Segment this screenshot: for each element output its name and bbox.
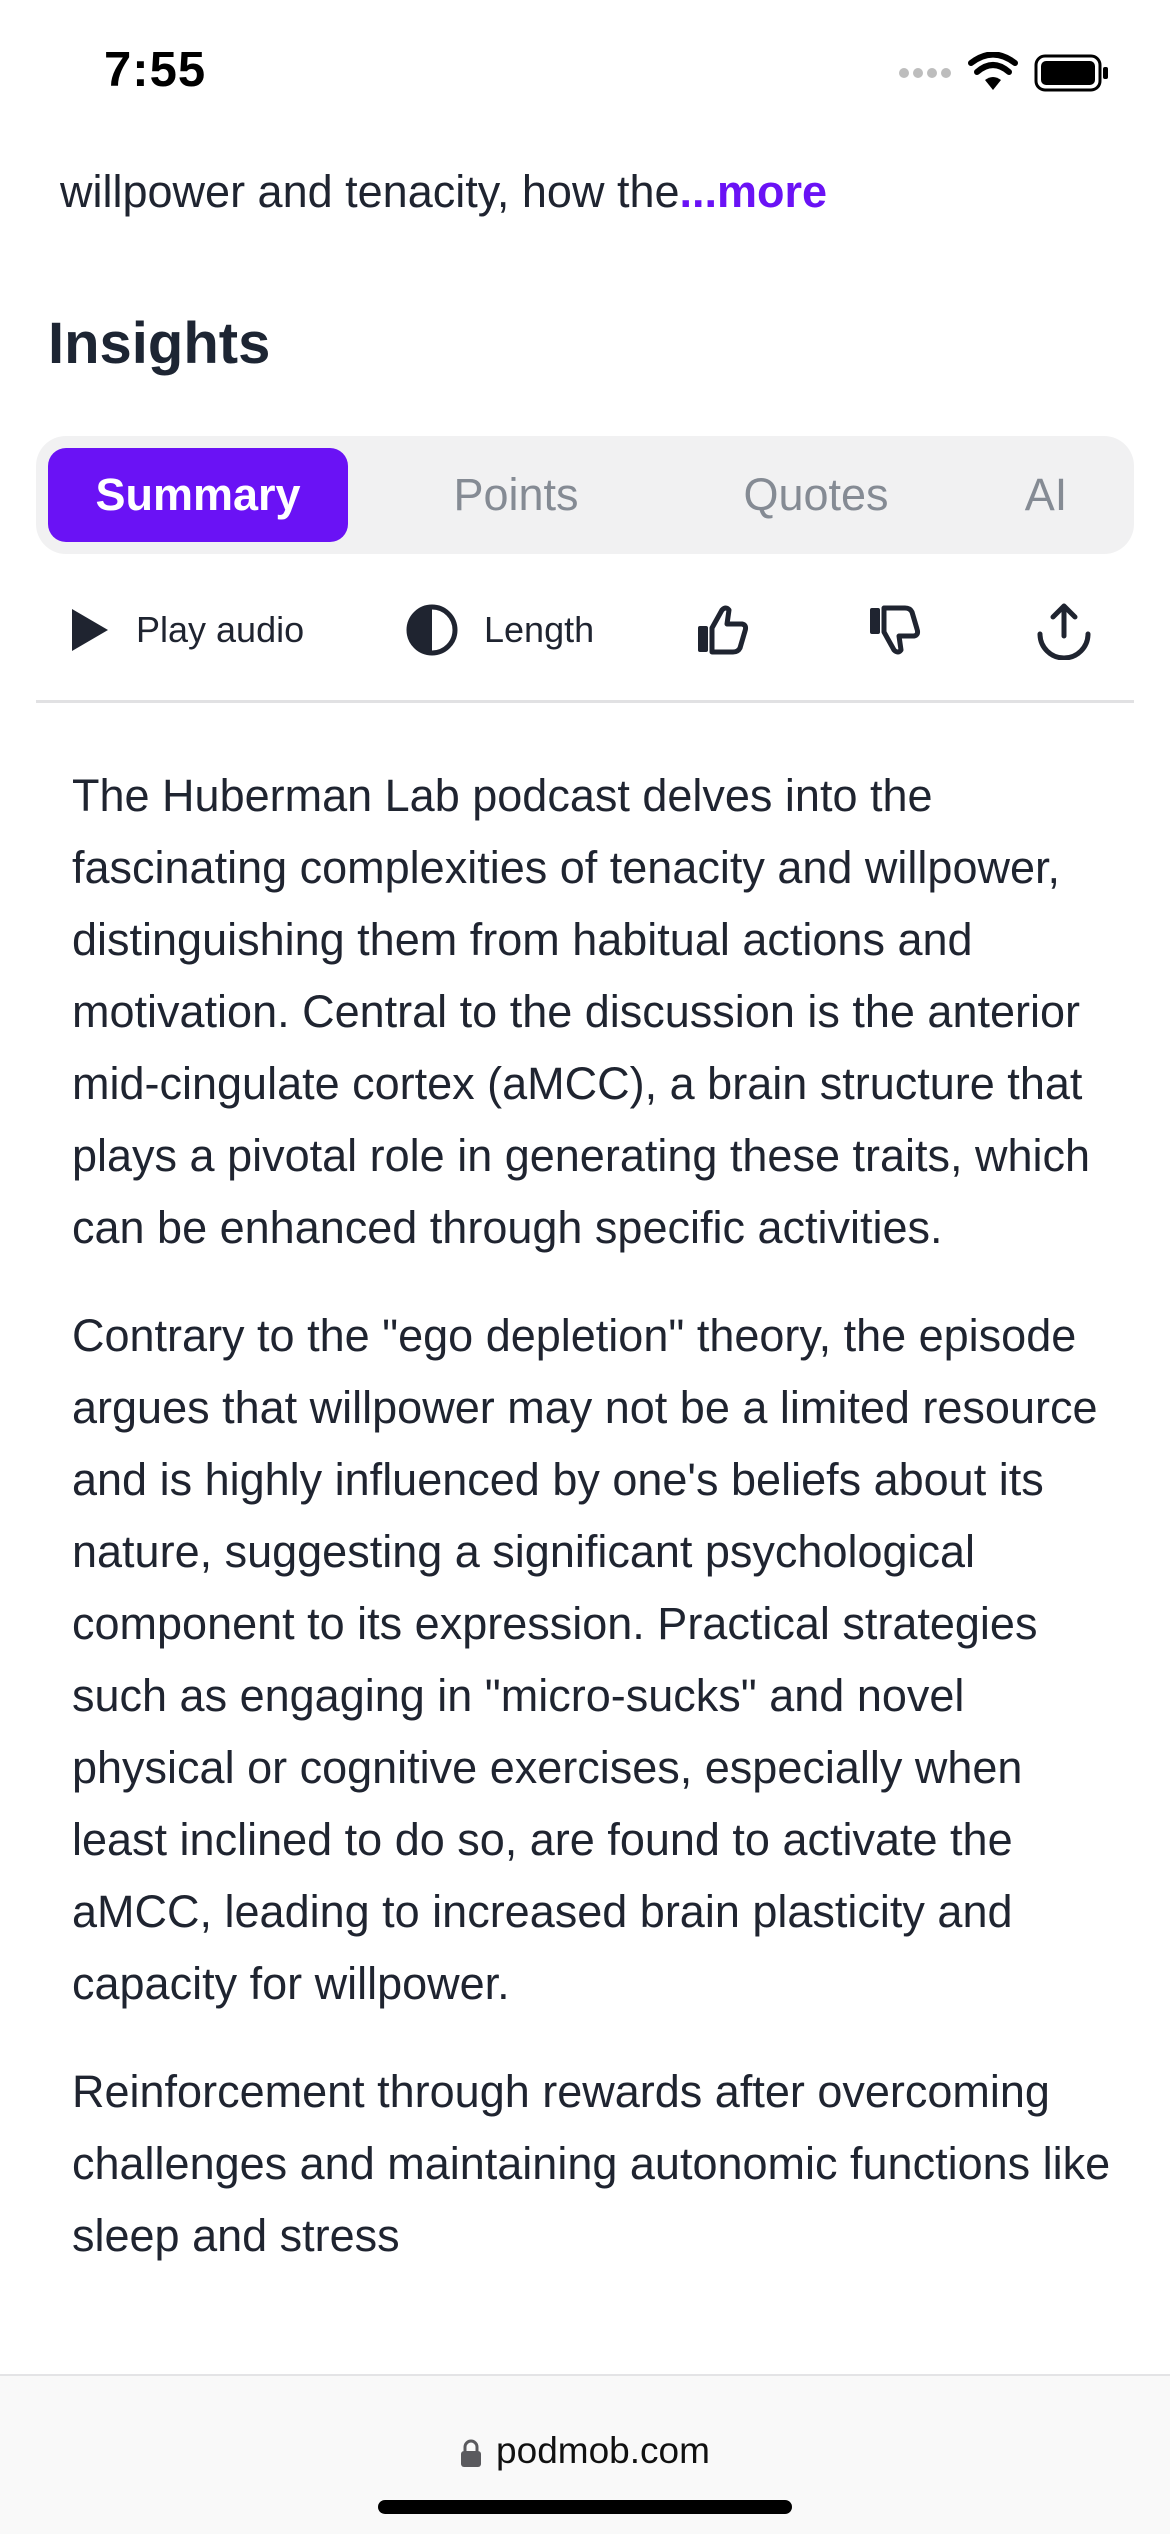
lock-icon [460,2438,482,2468]
address-bar[interactable]: podmob.com [0,2430,1170,2472]
length-button[interactable]: Length [404,590,594,670]
play-audio-label: Play audio [136,609,305,650]
tab-ai[interactable]: AI [966,448,1126,542]
thumbs-down-icon [864,600,924,660]
summary-text: The Huberman Lab podcast delves into the… [72,760,1112,2308]
insights-tabs: Summary Points Quotes AI [36,436,1134,554]
summary-paragraph: Contrary to the "ego depletion" theory, … [72,1310,1098,2009]
thumbs-up-button[interactable] [692,590,752,670]
summary-paragraph: Reinforcement through rewards after over… [72,2066,1111,2261]
tab-summary[interactable]: Summary [48,448,348,542]
more-link[interactable]: ...more [680,166,828,217]
url-text: podmob.com [496,2430,710,2471]
play-icon [68,605,112,655]
length-label: Length [484,609,595,650]
episode-description: willpower and tenacity, how the...more [60,166,827,218]
tab-points[interactable]: Points [366,448,666,542]
share-button[interactable] [1034,590,1094,670]
wifi-icon [968,52,1018,92]
share-icon [1034,600,1094,660]
description-text: willpower and tenacity, how the [60,166,680,217]
thumbs-down-button[interactable] [864,590,924,670]
play-audio-button[interactable]: Play audio [68,590,304,670]
status-time: 7:55 [104,43,207,97]
divider [36,700,1134,703]
length-icon [404,602,460,658]
signal-dots-icon [898,66,952,80]
battery-icon [1034,54,1110,92]
home-indicator [378,2500,792,2514]
insight-actions: Play audio Length [36,590,1134,670]
tab-quotes[interactable]: Quotes [666,448,966,542]
insights-heading: Insights [48,311,271,376]
browser-bottom-bar: podmob.com [0,2374,1170,2534]
page-content: willpower and tenacity, how the...more I… [0,0,1170,2532]
status-icons [898,52,1118,96]
thumbs-up-icon [692,600,752,660]
summary-paragraph: The Huberman Lab podcast delves into the… [72,770,1091,1253]
status-bar: 7:55 [0,0,1170,140]
